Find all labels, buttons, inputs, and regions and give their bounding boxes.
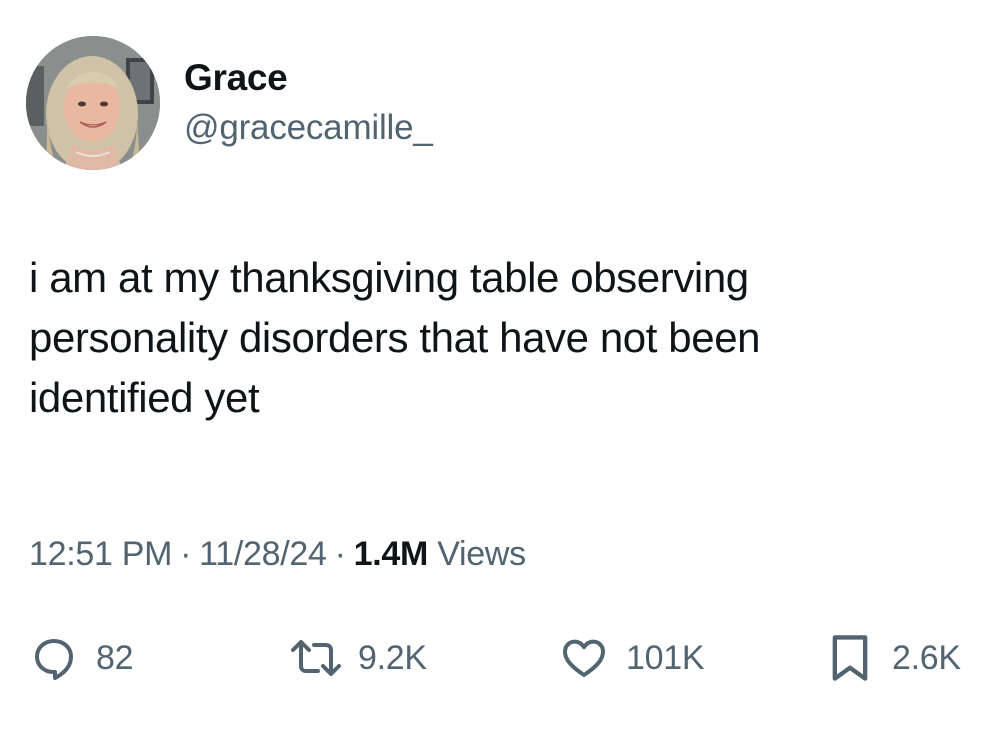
tweet-card: Grace @gracecamille_ i am at my thanksgi… — [0, 0, 994, 740]
tweet-text: i am at my thanksgiving table observing … — [29, 248, 969, 428]
bookmark-button[interactable]: 2.6K — [822, 618, 961, 698]
display-name[interactable]: Grace — [184, 56, 433, 100]
reply-button[interactable]: 82 — [26, 618, 134, 698]
tweet-text-line: personality disorders that have not been — [29, 314, 761, 361]
views-count[interactable]: 1.4M — [354, 535, 429, 573]
like-count: 101K — [626, 638, 705, 677]
tweet-text-line: i am at my thanksgiving table observing — [29, 254, 749, 301]
heart-icon — [556, 630, 612, 686]
views-label[interactable]: Views — [437, 535, 526, 573]
bookmark-icon — [822, 630, 878, 686]
bookmark-count: 2.6K — [892, 638, 961, 677]
user-handle[interactable]: @gracecamille_ — [184, 106, 433, 150]
reply-icon — [26, 630, 82, 686]
meta-separator: · — [180, 535, 192, 573]
like-button[interactable]: 101K — [556, 618, 705, 698]
tweet-meta: 12:51 PM · 11/28/24 · 1.4M Views — [29, 530, 526, 578]
tweet-text-line: identified yet — [29, 374, 260, 421]
avatar[interactable] — [26, 36, 160, 170]
action-bar: 82 9.2K 101K 2.6K — [26, 618, 994, 698]
repost-button[interactable]: 9.2K — [288, 618, 427, 698]
user-names: Grace @gracecamille_ — [184, 56, 433, 150]
tweet-date[interactable]: 11/28/24 — [199, 535, 327, 573]
reply-count: 82 — [96, 638, 134, 677]
tweet-time[interactable]: 12:51 PM — [29, 535, 172, 573]
meta-separator: · — [334, 535, 346, 573]
tweet-header: Grace @gracecamille_ — [26, 36, 433, 170]
repost-count: 9.2K — [358, 638, 427, 677]
repost-icon — [288, 630, 344, 686]
avatar-image — [26, 36, 160, 170]
